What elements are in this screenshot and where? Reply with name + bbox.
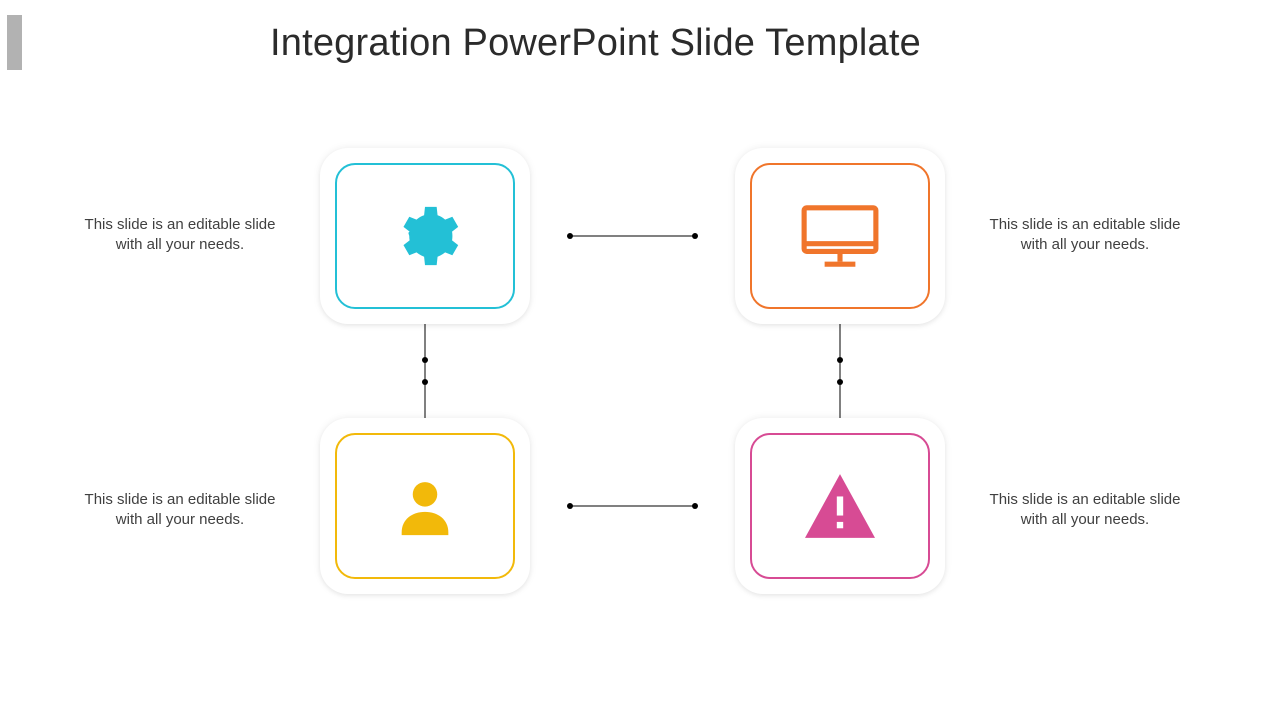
- card-gear-inner: [335, 163, 515, 309]
- card-monitor: [735, 148, 945, 324]
- diagram-stage: This slide is an editable slide with all…: [0, 0, 1280, 720]
- card-gear: [320, 148, 530, 324]
- caption-user: This slide is an editable slide with all…: [80, 490, 280, 531]
- card-warning: [735, 418, 945, 594]
- caption-warning: This slide is an editable slide with all…: [985, 490, 1185, 531]
- card-user-inner: [335, 433, 515, 579]
- monitor-icon: [799, 201, 881, 271]
- connector-lines: [0, 0, 1280, 720]
- caption-monitor: This slide is an editable slide with all…: [985, 215, 1185, 256]
- card-monitor-inner: [750, 163, 930, 309]
- user-icon: [390, 471, 460, 541]
- card-warning-inner: [750, 433, 930, 579]
- gear-icon: [390, 201, 460, 271]
- caption-gear: This slide is an editable slide with all…: [80, 215, 280, 256]
- warning-icon: [801, 471, 879, 541]
- card-user: [320, 418, 530, 594]
